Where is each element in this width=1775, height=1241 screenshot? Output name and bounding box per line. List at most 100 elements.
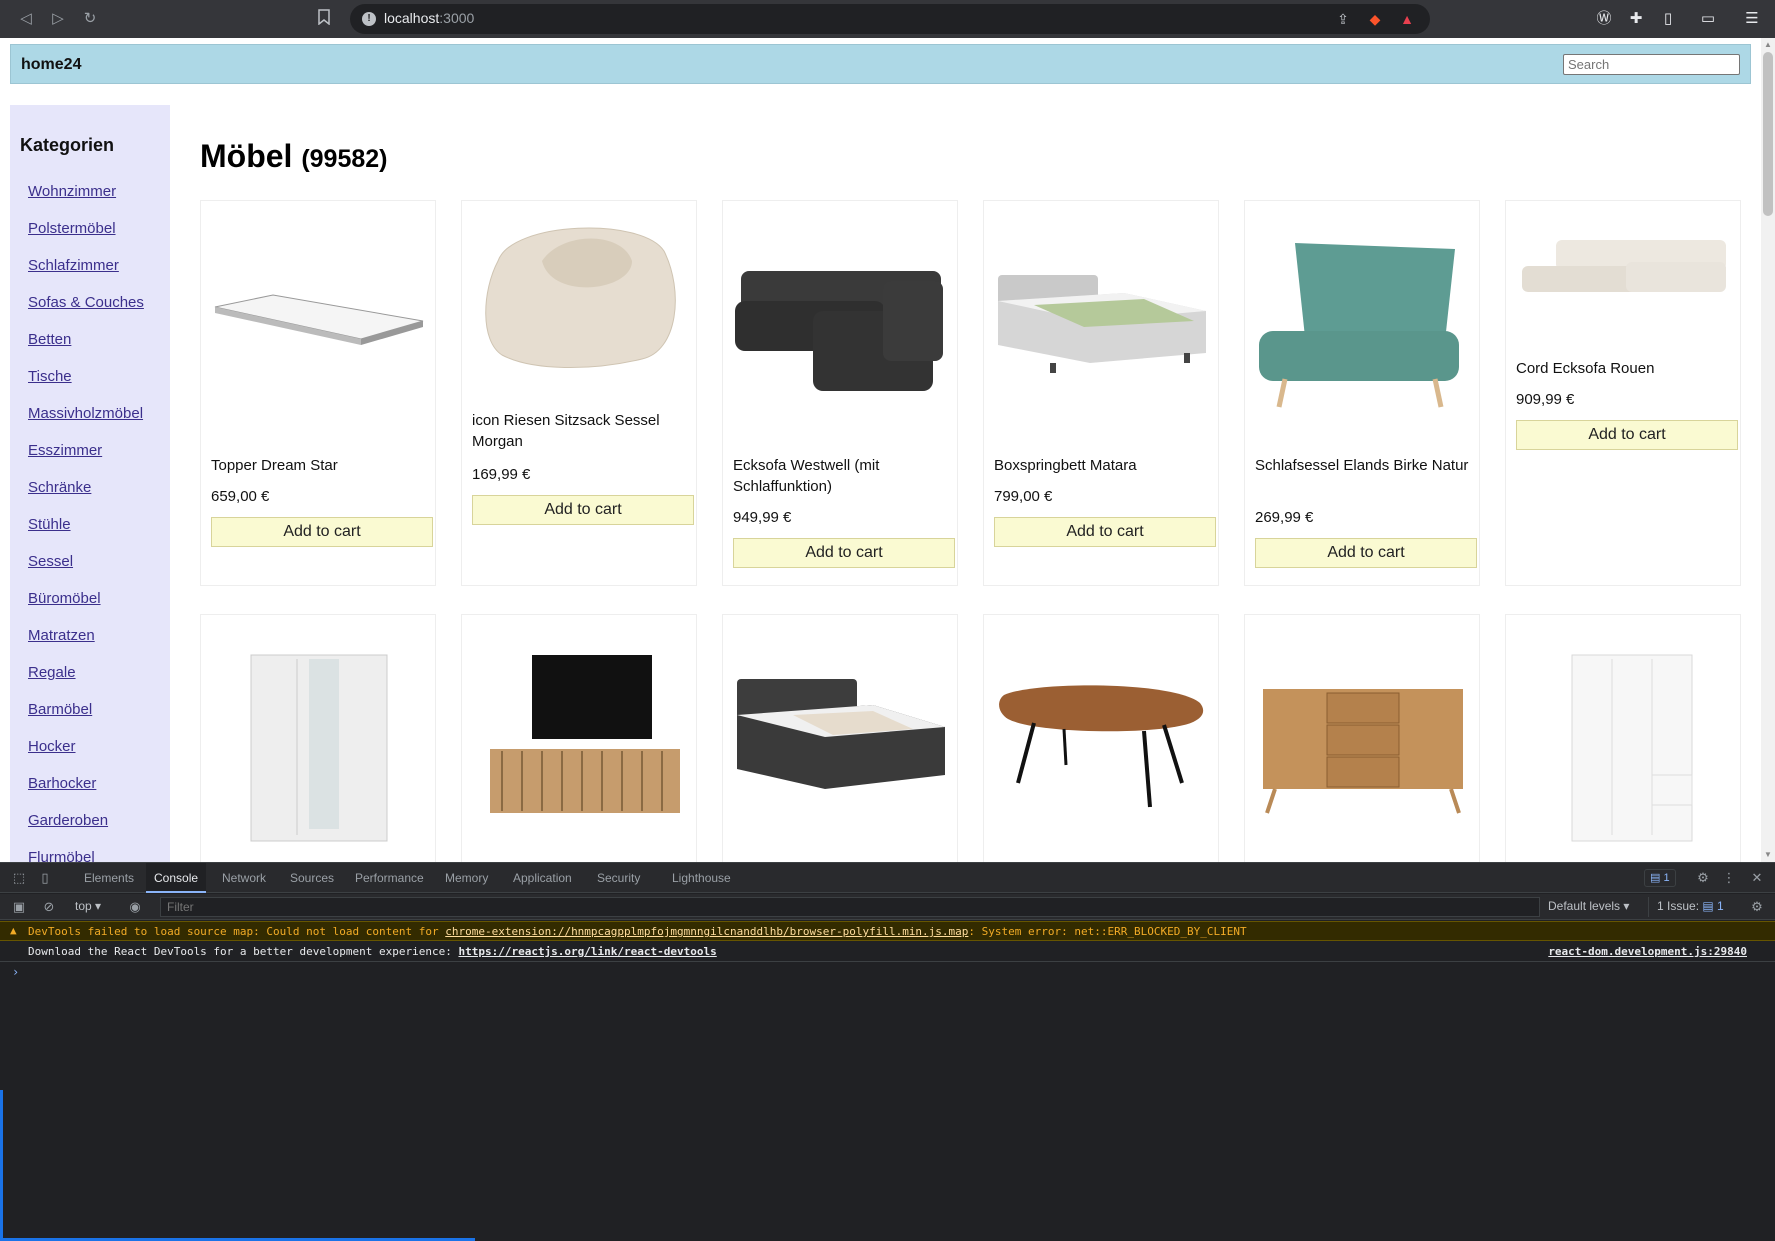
log-levels-dropdown[interactable]: Default levels ▾ <box>1548 899 1629 913</box>
address-bar[interactable]: ! localhost:3000 ⇪ ◆ ▲ <box>350 4 1430 34</box>
category-link-wohnzimmer[interactable]: Wohnzimmer <box>28 183 116 200</box>
tab-elements[interactable]: Elements <box>76 863 142 893</box>
reload-icon[interactable]: ↻ <box>80 9 100 29</box>
site-info-icon[interactable]: ! <box>362 12 376 26</box>
product-card[interactable] <box>461 614 697 862</box>
tab-console[interactable]: Console <box>146 863 207 893</box>
tab-application[interactable]: Application <box>505 863 580 893</box>
category-link-sessel[interactable]: Sessel <box>28 553 73 570</box>
mattress-topper-image[interactable] <box>211 241 427 421</box>
source-map-link[interactable]: chrome-extension://hnmpcagpplmpfojmgmnng… <box>445 925 968 938</box>
category-link-esszimmer[interactable]: Esszimmer <box>28 442 102 459</box>
category-link-garderoben[interactable]: Garderoben <box>28 812 108 829</box>
tab-lighthouse[interactable]: Lighthouse <box>664 863 739 893</box>
react-devtools-link[interactable]: https://reactjs.org/link/react-devtools <box>458 945 716 958</box>
issues-counter[interactable]: 1 Issue: ▤ 1 <box>1648 897 1732 917</box>
page-scrollbar[interactable]: ▲ ▼ <box>1761 38 1775 862</box>
more-options-icon[interactable]: ⋮ <box>1720 869 1738 887</box>
armchair-image[interactable] <box>1255 241 1471 421</box>
sideboard-image[interactable] <box>1255 685 1471 815</box>
category-link-schraenke[interactable]: Schränke <box>28 479 91 496</box>
category-link-tische[interactable]: Tische <box>28 368 72 385</box>
add-to-cart-button[interactable]: Add to cart <box>211 517 433 547</box>
category-link-barmoebel[interactable]: Barmöbel <box>28 701 92 718</box>
product-card[interactable]: Cord Ecksofa Rouen 909,99 € Add to cart <box>1505 200 1741 586</box>
wallet-icon[interactable]: ▭ <box>1698 9 1718 29</box>
tab-network[interactable]: Network <box>214 863 274 893</box>
brand-logo[interactable]: home24 <box>21 56 81 74</box>
extension-w-icon[interactable]: Ⓦ <box>1594 9 1614 29</box>
product-card[interactable]: icon Riesen Sitzsack Sessel Morgan 169,9… <box>461 200 697 586</box>
wardrobe-white-image[interactable] <box>1516 645 1732 845</box>
category-link-massivholz[interactable]: Massivholzmöbel <box>28 405 143 422</box>
product-card[interactable]: Topper Dream Star 659,00 € Add to cart <box>200 200 436 586</box>
category-link-schlafzimmer[interactable]: Schlafzimmer <box>28 257 119 274</box>
product-name[interactable]: icon Riesen Sitzsack Sessel Morgan <box>472 410 692 452</box>
clear-console-icon[interactable]: ⊘ <box>40 898 58 916</box>
product-card[interactable]: Boxspringbett Matara 799,00 € Add to car… <box>983 200 1219 586</box>
tab-security[interactable]: Security <box>589 863 648 893</box>
product-name[interactable]: Topper Dream Star <box>211 455 431 476</box>
add-to-cart-button[interactable]: Add to cart <box>472 495 694 525</box>
add-to-cart-button[interactable]: Add to cart <box>1516 420 1738 450</box>
tab-memory[interactable]: Memory <box>437 863 496 893</box>
product-card[interactable] <box>200 614 436 862</box>
add-to-cart-button[interactable]: Add to cart <box>994 517 1216 547</box>
context-selector[interactable]: top ▾ <box>75 899 101 913</box>
bookmark-icon[interactable] <box>318 9 332 27</box>
sidebar-toggle-icon[interactable]: ▣ <box>10 898 28 916</box>
category-link-flurmoebel[interactable]: Flurmöbel <box>28 849 95 862</box>
live-expression-eye-icon[interactable]: ◉ <box>126 898 144 916</box>
inspect-element-icon[interactable]: ⬚ <box>10 869 28 887</box>
boxspring-bed-dark-image[interactable] <box>733 675 949 805</box>
add-to-cart-button[interactable]: Add to cart <box>733 538 955 568</box>
category-link-sofas[interactable]: Sofas & Couches <box>28 294 144 311</box>
product-card[interactable] <box>1244 614 1480 862</box>
product-card[interactable]: Ecksofa Westwell (mit Schlaffunktion) 94… <box>722 200 958 586</box>
product-card[interactable]: Schlafsessel Elands Birke Natur 269,99 €… <box>1244 200 1480 586</box>
device-toolbar-icon[interactable]: ▯ <box>36 869 54 887</box>
wardrobe-mirror-image[interactable] <box>211 645 427 845</box>
issues-badge[interactable]: ▤ 1 <box>1644 869 1676 887</box>
close-devtools-icon[interactable]: ✕ <box>1748 869 1766 887</box>
sidebar-toggle-icon[interactable]: ▯ <box>1658 9 1678 29</box>
boxspring-bed-image[interactable] <box>994 241 1210 421</box>
category-link-barhocker[interactable]: Barhocker <box>28 775 96 792</box>
corner-sofa-image[interactable] <box>733 241 949 421</box>
category-link-hocker[interactable]: Hocker <box>28 738 76 755</box>
category-link-polstermoebel[interactable]: Polstermöbel <box>28 220 116 237</box>
source-location-link[interactable]: react-dom.development.js:29840 <box>1548 945 1747 958</box>
menu-icon[interactable]: ☰ <box>1742 9 1762 29</box>
scroll-up-icon[interactable]: ▲ <box>1763 40 1773 50</box>
product-card[interactable] <box>1505 614 1741 862</box>
forward-icon[interactable]: ▷ <box>48 9 68 29</box>
share-icon[interactable]: ⇪ <box>1334 10 1352 28</box>
table-image[interactable] <box>994 675 1210 825</box>
tv-board-image[interactable] <box>472 655 688 835</box>
product-name[interactable]: Schlafsessel Elands Birke Natur <box>1255 455 1475 476</box>
scroll-thumb[interactable] <box>1763 52 1773 216</box>
back-icon[interactable]: ◁ <box>16 9 36 29</box>
tab-performance[interactable]: Performance <box>347 863 432 893</box>
scroll-down-icon[interactable]: ▼ <box>1763 850 1773 860</box>
brave-rewards-icon[interactable]: ▲ <box>1398 10 1416 28</box>
search-input[interactable] <box>1563 54 1740 75</box>
extensions-puzzle-icon[interactable]: ✚ <box>1626 9 1646 29</box>
console-prompt[interactable]: › <box>12 965 19 979</box>
product-card[interactable] <box>722 614 958 862</box>
cord-sofa-image[interactable] <box>1516 236 1732 306</box>
product-name[interactable]: Ecksofa Westwell (mit Schlaffunktion) <box>733 455 953 497</box>
brave-shield-icon[interactable]: ◆ <box>1366 10 1384 28</box>
category-link-bueromoebel[interactable]: Büromöbel <box>28 590 101 607</box>
tab-sources[interactable]: Sources <box>282 863 342 893</box>
product-card[interactable] <box>983 614 1219 862</box>
settings-gear-icon[interactable]: ⚙ <box>1694 869 1712 887</box>
console-settings-icon[interactable]: ⚙ <box>1748 898 1766 916</box>
category-link-regale[interactable]: Regale <box>28 664 76 681</box>
category-link-matratzen[interactable]: Matratzen <box>28 627 95 644</box>
category-link-betten[interactable]: Betten <box>28 331 71 348</box>
beanbag-image[interactable] <box>472 221 688 371</box>
product-name[interactable]: Cord Ecksofa Rouen <box>1516 358 1736 379</box>
category-link-stuehle[interactable]: Stühle <box>28 516 71 533</box>
console-filter-input[interactable] <box>160 897 1540 917</box>
